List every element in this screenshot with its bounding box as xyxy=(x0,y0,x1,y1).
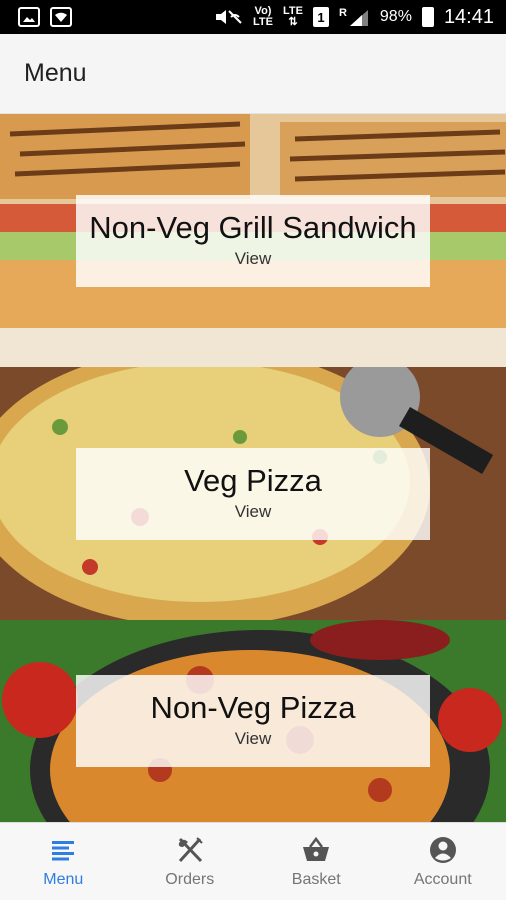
page-title: Menu xyxy=(24,59,87,87)
menu-list[interactable]: Non-Veg Grill Sandwich View Veg Pizza Vi… xyxy=(0,114,506,822)
battery-icon xyxy=(421,7,434,27)
status-bar: Vo) LTE LTE ⇅ 1 R 98% 14:41 xyxy=(0,0,506,34)
app-bar: Menu xyxy=(0,34,506,114)
menu-list-icon xyxy=(52,840,75,860)
menu-item-title: Non-Veg Grill Sandwich xyxy=(89,209,417,245)
nav-label: Menu xyxy=(43,870,84,888)
gallery-icon xyxy=(18,7,40,27)
fork-knife-icon xyxy=(178,836,203,862)
sim-slot-icon: 1 xyxy=(312,7,329,27)
menu-item-title: Veg Pizza xyxy=(184,462,322,498)
account-circle-icon xyxy=(429,836,456,863)
menu-card-label: Non-Veg Grill Sandwich View xyxy=(76,194,430,287)
nav-orders[interactable]: Orders xyxy=(127,823,254,900)
menu-card-non-veg-pizza[interactable]: Non-Veg Pizza View xyxy=(0,620,506,822)
menu-card-label: Non-Veg Pizza View xyxy=(76,675,430,767)
menu-card-grill-sandwich[interactable]: Non-Veg Grill Sandwich View xyxy=(0,114,506,367)
nav-basket[interactable]: Basket xyxy=(253,823,380,900)
bottom-navigation: Menu Orders Basket Account xyxy=(0,822,506,900)
view-link[interactable]: View xyxy=(86,249,420,269)
battery-percent: 98% xyxy=(379,8,412,25)
menu-card-label: Veg Pizza View xyxy=(76,447,430,540)
view-link[interactable]: View xyxy=(86,502,420,522)
wifi-icon xyxy=(50,7,72,27)
nav-label: Basket xyxy=(291,870,341,888)
basket-icon xyxy=(303,836,330,861)
menu-item-title: Non-Veg Pizza xyxy=(150,690,356,725)
mute-icon xyxy=(216,10,242,24)
nav-account[interactable]: Account xyxy=(380,823,506,900)
nav-label: Account xyxy=(413,870,472,888)
view-link[interactable]: View xyxy=(86,729,420,749)
nav-label: Orders xyxy=(165,870,215,888)
nav-menu[interactable]: Menu xyxy=(0,823,127,900)
clock: 14:41 xyxy=(443,5,494,28)
volte-indicator: Vo) LTE xyxy=(253,5,273,28)
menu-card-veg-pizza[interactable]: Veg Pizza View xyxy=(0,367,506,620)
lte-indicator: LTE ⇅ xyxy=(282,5,303,28)
signal-icon: R xyxy=(339,8,370,26)
